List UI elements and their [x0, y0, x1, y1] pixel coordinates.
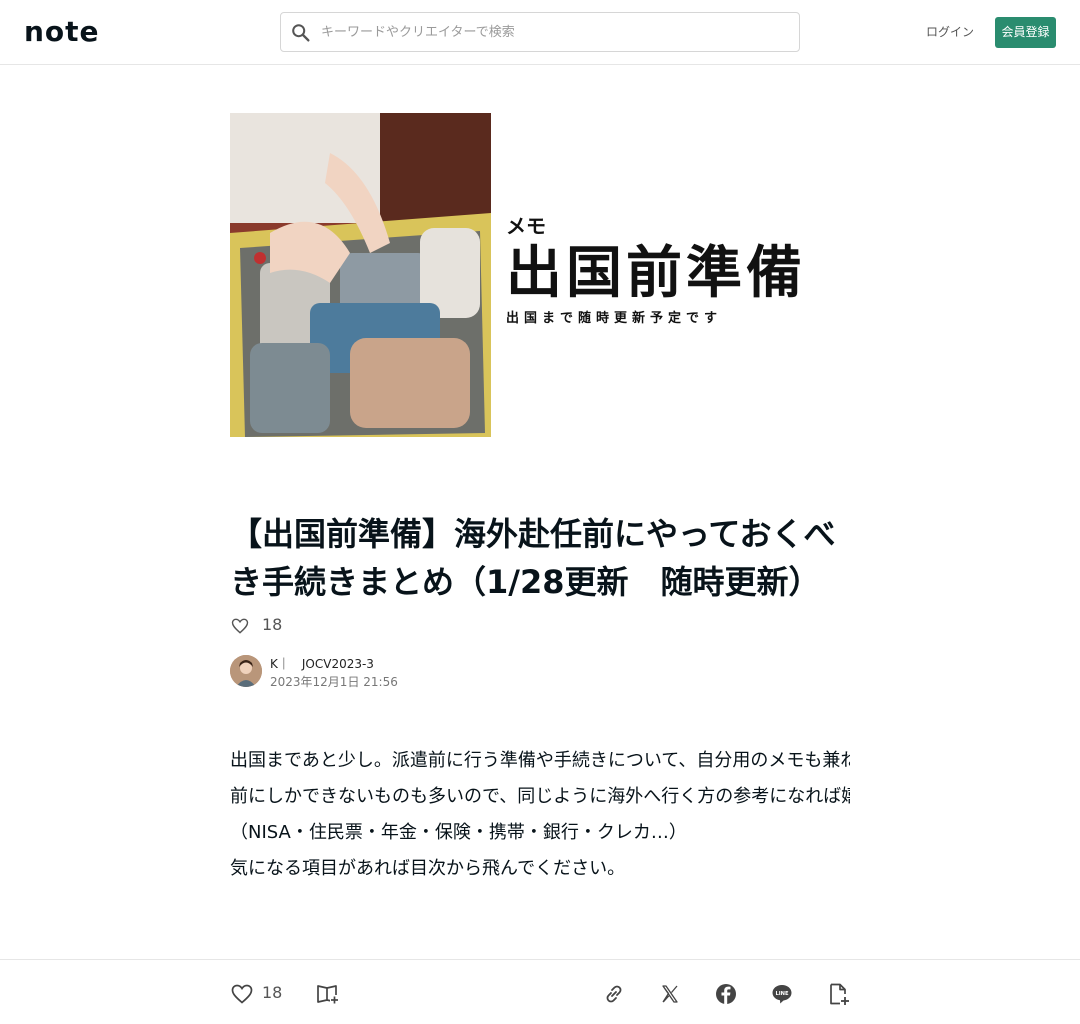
- hero-title: 出国前準備: [506, 241, 806, 306]
- publish-date: 2023年12月1日 21:56: [270, 675, 398, 689]
- suitcase-photo: [230, 113, 491, 437]
- hero-image: メモ 出国前準備 出国まで随時更新予定です: [230, 113, 850, 437]
- author-name[interactable]: K｜ JOCV2023-3: [270, 655, 374, 673]
- body-line: 出国まであと少し。派遣前に行う準備や手続きについて、自分用のメモも兼ねてまとめて…: [230, 750, 850, 771]
- body-line: 前にしかできないものも多いので、同じように海外へ行く方の参考になれば嬉しいです。…: [230, 786, 850, 807]
- author-info[interactable]: K｜ JOCV2023-3 2023年12月1日 21:56: [230, 655, 630, 689]
- svg-text:LINE: LINE: [775, 991, 789, 997]
- login-link[interactable]: ログイン: [926, 22, 974, 42]
- hero-memo-label: メモ: [506, 214, 546, 238]
- search-box[interactable]: [280, 12, 800, 52]
- search-input[interactable]: [321, 13, 791, 51]
- article-title: 【出国前準備】海外赴任前にやっておくべき手続きまとめ（1/28更新 随時更新）: [230, 515, 836, 601]
- embed-icon[interactable]: [827, 982, 851, 1006]
- action-bar: 18 LINE: [0, 959, 1080, 1024]
- article-body: 出国まであと少し。派遣前に行う準備や手続きについて、自分用のメモも兼ねてまとめて…: [230, 743, 850, 887]
- signup-button[interactable]: 会員登録: [995, 17, 1056, 48]
- heart-icon[interactable]: [230, 616, 250, 636]
- facebook-icon[interactable]: [714, 982, 738, 1006]
- body-line: （NISA・住民票・年金・保険・携帯・銀行・クレカ…）: [230, 822, 687, 843]
- top-bar: note ログイン 会員登録: [0, 0, 1080, 65]
- footer-like-count: 18: [262, 983, 283, 1002]
- line-icon[interactable]: LINE: [770, 982, 794, 1006]
- body-line: 気になる項目があれば目次から飛んでください。: [230, 858, 626, 879]
- x-icon[interactable]: [658, 982, 682, 1006]
- note-logo[interactable]: note: [24, 16, 100, 48]
- hero-subtitle: 出国まで随時更新予定です: [506, 311, 723, 326]
- like-count: 18: [262, 615, 283, 634]
- link-icon[interactable]: [602, 982, 626, 1006]
- heart-icon[interactable]: [230, 982, 254, 1006]
- search-icon: [292, 24, 310, 42]
- magazine-add-icon[interactable]: [315, 982, 339, 1006]
- avatar[interactable]: [230, 655, 262, 687]
